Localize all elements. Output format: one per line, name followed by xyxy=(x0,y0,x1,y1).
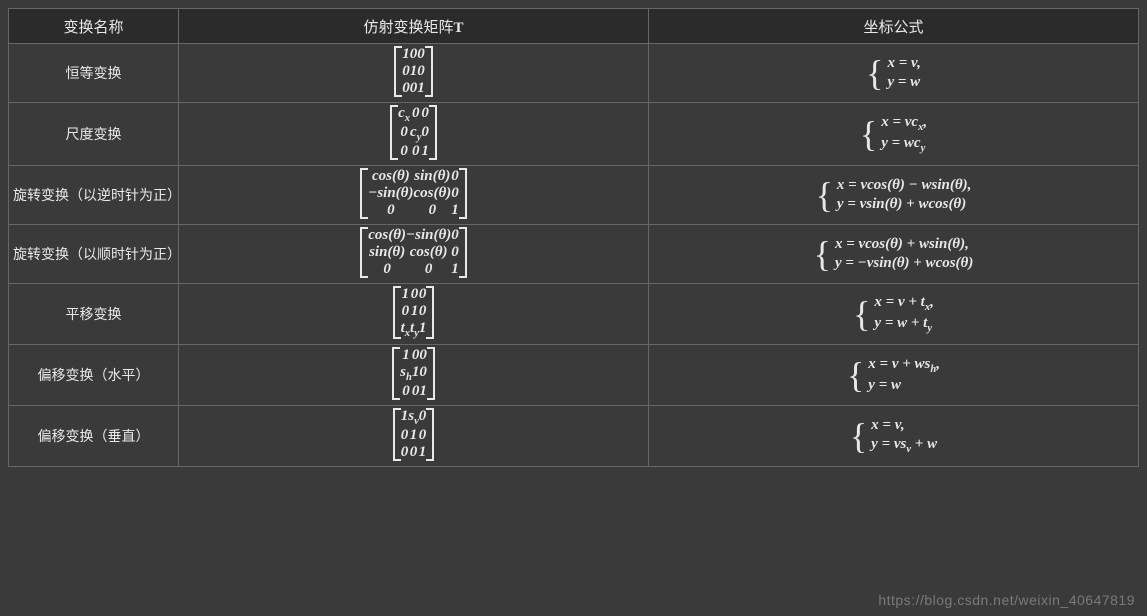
table-row: 旋转变换（以逆时针为正）cos(θ)sin(θ)0−sin(θ)cos(θ)00… xyxy=(9,166,1139,225)
header-row: 变换名称 仿射变换矩阵T 坐标公式 xyxy=(9,9,1139,44)
transform-name: 偏移变换（垂直） xyxy=(9,406,179,467)
header-matrix: 仿射变换矩阵T xyxy=(179,9,649,44)
transform-matrix: 100010001 xyxy=(179,44,649,103)
watermark: https://blog.csdn.net/weixin_40647819 xyxy=(878,592,1135,608)
table-row: 平移变换100010txty1{x = v + tx,y = w + ty xyxy=(9,284,1139,345)
transform-formula: {x = v,y = vsv + w xyxy=(649,406,1139,467)
table-row: 偏移变换（水平）100sh10001{x = v + wsh,y = w xyxy=(9,345,1139,406)
transform-matrix: cos(θ)sin(θ)0−sin(θ)cos(θ)0001 xyxy=(179,166,649,225)
transform-formula: {x = vcos(θ) + wsin(θ),y = −vsin(θ) + wc… xyxy=(649,225,1139,284)
transform-matrix: cx000cy0001 xyxy=(179,103,649,166)
transform-name: 旋转变换（以逆时针为正） xyxy=(9,166,179,225)
table-row: 恒等变换100010001{x = v,y = w xyxy=(9,44,1139,103)
transforms-table: 变换名称 仿射变换矩阵T 坐标公式 恒等变换100010001{x = v,y … xyxy=(8,8,1139,467)
transform-formula: {x = vcos(θ) − wsin(θ),y = vsin(θ) + wco… xyxy=(649,166,1139,225)
transform-name: 恒等变换 xyxy=(9,44,179,103)
transform-name: 平移变换 xyxy=(9,284,179,345)
transform-name: 偏移变换（水平） xyxy=(9,345,179,406)
transform-matrix: 1sv0010001 xyxy=(179,406,649,467)
transform-matrix: 100010txty1 xyxy=(179,284,649,345)
transform-matrix: 100sh10001 xyxy=(179,345,649,406)
header-name: 变换名称 xyxy=(9,9,179,44)
transform-name: 尺度变换 xyxy=(9,103,179,166)
transform-formula: {x = vcx,y = wcy xyxy=(649,103,1139,166)
table-row: 旋转变换（以顺时针为正）cos(θ)−sin(θ)0sin(θ)cos(θ)00… xyxy=(9,225,1139,284)
header-formula: 坐标公式 xyxy=(649,9,1139,44)
transform-formula: {x = v + tx,y = w + ty xyxy=(649,284,1139,345)
transform-formula: {x = v + wsh,y = w xyxy=(649,345,1139,406)
transform-name: 旋转变换（以顺时针为正） xyxy=(9,225,179,284)
table-row: 偏移变换（垂直）1sv0010001{x = v,y = vsv + w xyxy=(9,406,1139,467)
transform-matrix: cos(θ)−sin(θ)0sin(θ)cos(θ)0001 xyxy=(179,225,649,284)
transform-formula: {x = v,y = w xyxy=(649,44,1139,103)
table-row: 尺度变换cx000cy0001{x = vcx,y = wcy xyxy=(9,103,1139,166)
